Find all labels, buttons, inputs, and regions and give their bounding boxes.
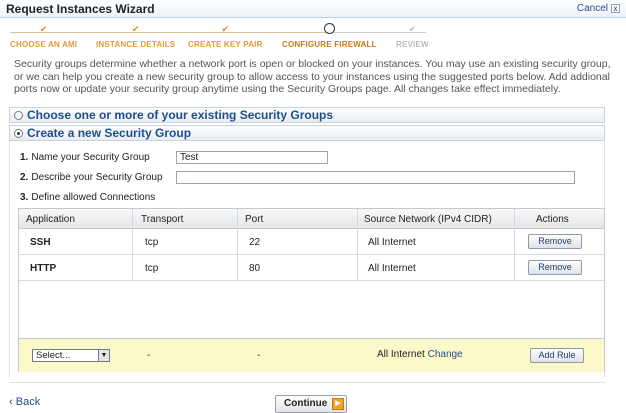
add-row-source: All Internet Change (377, 349, 463, 360)
header-transport: Transport (141, 214, 184, 225)
header-application: Application (26, 214, 75, 225)
step-configure-firewall: CONFIGURE FIREWALL (282, 23, 377, 49)
cell-application: SSH (30, 237, 51, 248)
wizard-progress: ✔ CHOOSE AN AMI ✔ INSTANCE DETAILS ✔ CRE… (10, 23, 429, 50)
cell-transport: tcp (145, 263, 159, 274)
step-choose-ami: ✔ CHOOSE AN AMI (10, 24, 77, 49)
description-number: 2. (20, 172, 29, 183)
name-label: 1. Name your Security Group (20, 152, 150, 163)
step-review: ✔ REVIEW (396, 24, 429, 49)
footer-divider (9, 382, 605, 383)
close-icon[interactable]: x (611, 4, 620, 13)
header-source: Source Network (IPv4 CIDR) (364, 214, 492, 225)
description-label: 2. Describe your Security Group (20, 172, 163, 183)
wizard-titlebar: Request Instances Wizard Cancel x (0, 0, 626, 18)
step-label: CONFIGURE FIREWALL (282, 40, 377, 49)
arrow-right-icon: ▶ (332, 398, 344, 410)
cell-port: 80 (249, 263, 261, 274)
check-icon: ✔ (221, 24, 230, 34)
radio-create[interactable] (14, 128, 23, 138)
cell-source: All Internet (368, 263, 416, 274)
application-select[interactable]: Select... ▼ (32, 349, 110, 362)
check-icon: ✔ (131, 24, 140, 34)
chevron-down-icon[interactable]: ▼ (98, 350, 109, 361)
table-header: Application Transport Port Source Networ… (19, 209, 604, 229)
radio-existing[interactable] (14, 110, 23, 120)
wizard-title: Request Instances Wizard (6, 2, 155, 16)
step-label: REVIEW (396, 40, 429, 49)
add-rule-row: Select... ▼ - - All Internet Change Add … (19, 338, 604, 372)
continue-button[interactable]: Continue ▶ (275, 395, 347, 413)
cell-transport: tcp (145, 237, 159, 248)
add-row-source-value: All Internet (377, 349, 425, 360)
add-rule-button[interactable]: Add Rule (530, 348, 584, 363)
intro-text: Security groups determine whether a netw… (14, 58, 611, 95)
option-existing-label: Choose one or more of your existing Secu… (27, 108, 334, 122)
step-label: CHOOSE AN AMI (10, 40, 78, 49)
description-label-text: Describe your Security Group (31, 172, 163, 183)
check-icon: ✔ (39, 24, 48, 34)
header-port: Port (245, 214, 264, 225)
cancel-label: Cancel (576, 3, 608, 14)
back-arrow-icon: ‹ (9, 396, 13, 408)
group-name-input[interactable]: Test (176, 151, 328, 164)
remove-rule-button[interactable]: Remove (528, 234, 582, 249)
group-description-input[interactable] (176, 171, 575, 184)
add-row-transport: - (147, 350, 151, 361)
option-create-label: Create a new Security Group (27, 126, 192, 140)
step-create-key-pair: ✔ CREATE KEY PAIR (188, 24, 263, 49)
cell-port: 22 (249, 237, 261, 248)
add-row-port: - (257, 350, 261, 361)
check-icon: ✔ (408, 24, 417, 34)
header-actions: Actions (536, 214, 569, 225)
back-label: Back (15, 396, 41, 408)
name-label-text: Name your Security Group (31, 152, 150, 163)
step-label: CREATE KEY PAIR (188, 40, 263, 49)
connections-label: 3. Define allowed Connections (20, 192, 155, 203)
option-existing-groups[interactable]: Choose one or more of your existing Secu… (9, 107, 605, 123)
connections-table: Application Transport Port Source Networ… (18, 208, 605, 372)
name-number: 1. (20, 152, 29, 163)
current-step-icon (323, 23, 335, 34)
back-link[interactable]: ‹ Back (9, 396, 40, 408)
cell-source: All Internet (368, 237, 416, 248)
application-select-value: Select... (36, 350, 71, 361)
option-create-group[interactable]: Create a new Security Group (9, 125, 605, 141)
remove-rule-button[interactable]: Remove (528, 260, 582, 275)
step-label: INSTANCE DETAILS (96, 40, 176, 49)
step-instance-details: ✔ INSTANCE DETAILS (96, 24, 175, 49)
table-row: HTTP tcp 80 All Internet Remove (19, 255, 604, 281)
cell-application: HTTP (30, 263, 57, 274)
table-row: SSH tcp 22 All Internet Remove (19, 229, 604, 255)
connections-label-text: Define allowed Connections (31, 192, 156, 203)
cancel-button[interactable]: Cancel x (577, 3, 620, 14)
connections-number: 3. (20, 192, 29, 203)
change-source-link[interactable]: Change (428, 349, 463, 360)
continue-label: Continue (284, 398, 328, 409)
